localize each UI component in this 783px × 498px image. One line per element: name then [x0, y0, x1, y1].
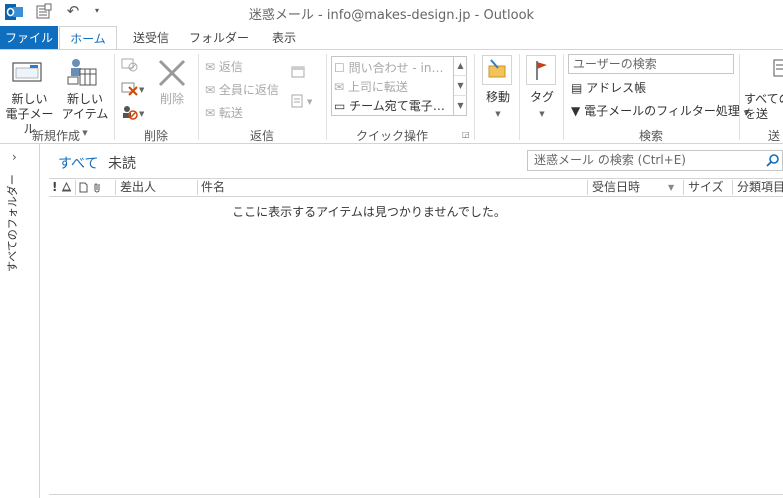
group-separator [326, 54, 327, 140]
reply-all-icon: ✉ [205, 83, 216, 97]
flag-icon[interactable] [526, 55, 556, 85]
group-label-quick-steps: クイック操作 [355, 129, 428, 143]
delete-icon[interactable] [157, 58, 187, 91]
move-label: 移動 [485, 90, 510, 104]
reminder-icon[interactable] [61, 179, 72, 196]
sort-descending-icon[interactable]: ▼ [668, 179, 674, 196]
quick-steps-gallery: ☐ 問い合わせ - in… ✉ 上司に転送 ▭ チーム宛て電子… [331, 56, 467, 116]
move-button[interactable]: 移動 ▼ [482, 90, 514, 122]
column-subject[interactable]: 件名 [201, 179, 225, 196]
tags-label: タグ [529, 90, 554, 104]
quick-step-label: 上司に転送 [347, 80, 408, 94]
group-label-new: 新規作成 [31, 129, 80, 143]
tags-button[interactable]: タグ ▼ [526, 90, 558, 122]
expand-folder-pane-icon[interactable]: › [12, 150, 17, 164]
send-receive-all-button[interactable]: すべての を送 [744, 92, 783, 122]
filter-email-button[interactable]: ▼ 電子メールのフィルター処理 ▼ [571, 102, 749, 119]
document-icon[interactable] [79, 179, 88, 196]
svg-text:▼: ▼ [139, 110, 144, 118]
cleanup-icon[interactable]: ▼ [120, 80, 145, 99]
tab-folder[interactable]: フォルダー [189, 26, 249, 50]
junk-icon[interactable]: ▼ [120, 104, 145, 123]
quick-steps-scroll: ▲ ▼ ▼ [453, 56, 467, 116]
ribbon-tabs: ファイル ホーム 送受信 フォルダー 表示 [0, 26, 783, 50]
filter-all-tab[interactable]: すべて [58, 153, 98, 173]
quick-step-item[interactable]: ▭ チーム宛て電子… [334, 97, 445, 114]
column-separator [732, 180, 733, 195]
quick-step-icon: ✉ [334, 80, 345, 94]
tab-file[interactable]: ファイル [0, 26, 58, 50]
attachment-icon[interactable] [93, 179, 102, 196]
column-received[interactable]: 受信日時 [592, 179, 640, 196]
group-label-send-receive: 送 [768, 129, 781, 143]
meeting-reply-icon[interactable] [291, 65, 307, 82]
reply-all-label: 全員に返信 [218, 83, 279, 97]
importance-icon[interactable]: ! [52, 179, 57, 196]
column-categories[interactable]: 分類項目 [737, 179, 783, 196]
tab-home[interactable]: ホーム [59, 26, 117, 50]
column-size[interactable]: サイズ [688, 179, 724, 196]
dialog-launcher-icon[interactable]: ◲ [462, 130, 470, 139]
quick-step-item[interactable]: ☐ 問い合わせ - in… [334, 59, 444, 76]
quick-step-label: 問い合わせ - in… [348, 61, 444, 75]
filter-unread-tab[interactable]: 未読 [108, 153, 136, 173]
reply-label: 返信 [218, 60, 243, 74]
move-icon[interactable] [482, 55, 512, 85]
column-separator [683, 180, 684, 195]
column-separator [587, 180, 588, 195]
ribbon: 新しい 電子メール 新しい アイテム ▼ 新規作成 ▼ ▼ 削除 削除 ✉ 返信… [0, 49, 783, 144]
filter-email-label: 電子メールのフィルター処理 [584, 104, 740, 118]
group-separator [739, 54, 740, 140]
divider [49, 494, 783, 495]
ignore-icon[interactable] [120, 56, 138, 75]
more-icon[interactable]: ▼ [454, 96, 467, 115]
reply-all-button[interactable]: ✉ 全員に返信 [205, 81, 279, 98]
column-separator [115, 180, 116, 195]
group-label-find: 検索 [638, 129, 663, 143]
scroll-down-icon[interactable]: ▼ [454, 76, 467, 96]
search-mail-input[interactable]: 迷惑メール の検索 (Ctrl+E) [527, 150, 783, 171]
delete-button[interactable]: 削除 [152, 92, 192, 107]
group-separator [563, 54, 564, 140]
filter-icon: ▼ [571, 104, 581, 118]
quick-step-icon: ☐ [334, 61, 345, 75]
address-book-icon: ▤ [571, 81, 583, 95]
title-bar: ↶ ▾ 迷惑メール - info@makes-design.jp - Outlo… [0, 0, 783, 26]
column-from[interactable]: 差出人 [120, 179, 156, 196]
search-icon[interactable] [766, 153, 780, 167]
quick-step-item[interactable]: ✉ 上司に転送 [334, 78, 408, 95]
new-items-icon[interactable] [66, 57, 98, 90]
chevron-down-icon: ▼ [539, 110, 545, 118]
more-respond-icon[interactable]: ▼ [291, 94, 317, 111]
address-book-button[interactable]: ▤ アドレス帳 [571, 79, 646, 96]
send-receive-all-folders-icon[interactable] [770, 58, 783, 89]
tab-send-receive[interactable]: 送受信 [124, 26, 178, 50]
tab-view[interactable]: 表示 [264, 26, 304, 50]
chevron-down-icon: ▼ [495, 110, 501, 118]
scroll-up-icon[interactable]: ▲ [454, 56, 467, 76]
search-people-input[interactable]: ユーザーの検索 [568, 54, 734, 74]
window-title: 迷惑メール - info@makes-design.jp - Outlook [248, 8, 535, 23]
svg-text:▼: ▼ [307, 98, 313, 106]
quick-step-icon: ▭ [334, 99, 346, 113]
group-separator [474, 54, 475, 140]
quick-step-label: チーム宛て電子… [349, 99, 445, 113]
column-separator [197, 180, 198, 195]
new-email-icon[interactable] [12, 60, 42, 87]
reply-button[interactable]: ✉ 返信 [205, 58, 243, 75]
new-items-label: 新しい アイテム [61, 92, 109, 121]
address-book-label: アドレス帳 [586, 81, 647, 95]
group-separator [519, 54, 520, 140]
column-separator [75, 180, 76, 195]
column-header-row: ! 差出人 件名 受信日時 ▼ サイズ 分類項目 [49, 178, 783, 197]
group-label-respond: 返信 [249, 129, 274, 143]
reply-icon: ✉ [205, 60, 216, 74]
svg-text:▼: ▼ [139, 86, 144, 94]
empty-list-message: ここに表示するアイテムは見つかりませんでした。 [232, 205, 506, 219]
group-label-delete: 削除 [143, 129, 168, 143]
forward-label: 転送 [218, 106, 243, 120]
forward-button[interactable]: ✉ 転送 [205, 104, 243, 121]
forward-icon: ✉ [205, 106, 216, 120]
all-folders-label[interactable]: すべてのフォルダー [4, 174, 20, 272]
